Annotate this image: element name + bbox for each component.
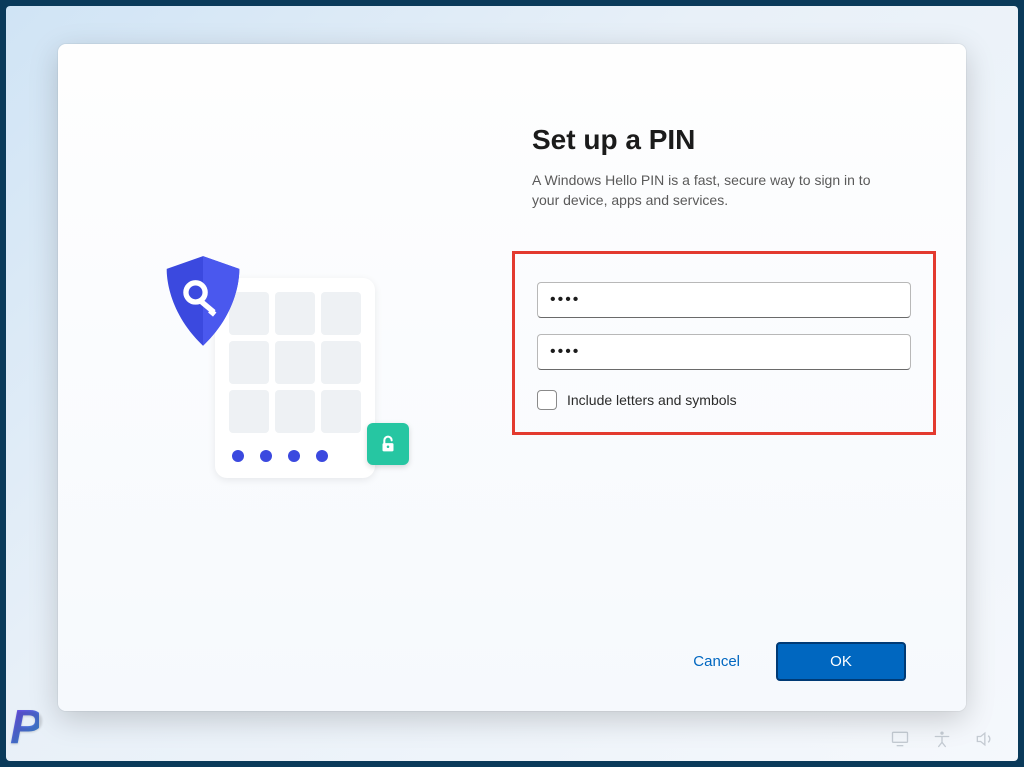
illustration-pane <box>58 44 512 711</box>
accessibility-icon[interactable] <box>932 729 952 749</box>
dialog-button-row: Cancel OK <box>532 602 906 681</box>
keypad-cell <box>275 390 315 433</box>
tray-icons <box>890 729 994 749</box>
pin-dots <box>229 444 361 464</box>
shield-key-icon <box>159 254 247 350</box>
confirm-pin-input[interactable] <box>537 334 911 370</box>
volume-icon[interactable] <box>974 729 994 749</box>
pin-dot <box>288 450 300 462</box>
dialog-heading: Set up a PIN <box>532 124 906 156</box>
pin-illustration <box>155 248 415 508</box>
keypad-cell <box>275 341 315 384</box>
form-pane: Set up a PIN A Windows Hello PIN is a fa… <box>512 44 966 711</box>
keypad-grid <box>229 292 361 434</box>
pin-setup-dialog: Set up a PIN A Windows Hello PIN is a fa… <box>58 44 966 711</box>
cancel-button[interactable]: Cancel <box>675 643 758 680</box>
watermark-logo: P <box>10 700 39 755</box>
pin-dot <box>232 450 244 462</box>
include-letters-label: Include letters and symbols <box>567 392 737 408</box>
dialog-description: A Windows Hello PIN is a fast, secure wa… <box>532 170 892 211</box>
keypad-cell <box>321 292 361 335</box>
pin-dot <box>316 450 328 462</box>
form-highlight: Include letters and symbols <box>512 251 936 435</box>
pin-input[interactable] <box>537 282 911 318</box>
ok-button[interactable]: OK <box>776 642 906 681</box>
unlock-icon <box>367 423 409 465</box>
pin-dot <box>260 450 272 462</box>
monitor-icon[interactable] <box>890 729 910 749</box>
keypad-cell <box>229 390 269 433</box>
keypad-cell <box>321 390 361 433</box>
keypad-cell <box>321 341 361 384</box>
include-letters-checkbox[interactable] <box>537 390 557 410</box>
include-letters-row: Include letters and symbols <box>537 390 911 410</box>
keypad-cell <box>275 292 315 335</box>
